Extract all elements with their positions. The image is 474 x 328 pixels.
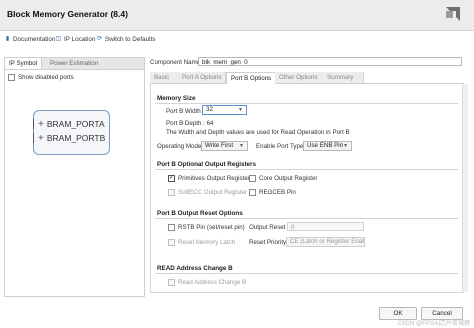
reset-memory-latch-checkbox[interactable] bbox=[168, 239, 175, 246]
divider bbox=[155, 273, 458, 274]
rstb-pin-label: RSTB Pin (set/reset pin) bbox=[178, 224, 245, 231]
reset-priority-value: CE (Latch or Register Enable) bbox=[290, 238, 365, 245]
port-connector-icon bbox=[33, 119, 34, 129]
enable-port-type-select[interactable]: Use ENB Pin ▼ bbox=[303, 141, 352, 151]
tab-other-options[interactable]: Other Options bbox=[275, 72, 324, 83]
switch-defaults-label: Switch to Defaults bbox=[105, 36, 156, 43]
primitives-output-register-checkbox[interactable]: ✓ bbox=[168, 175, 175, 182]
regceb-pin-checkbox[interactable] bbox=[249, 189, 256, 196]
output-reset-value-field[interactable]: 0 bbox=[287, 222, 364, 231]
reset-memory-latch-option[interactable]: Reset Memory Latch bbox=[168, 239, 235, 246]
divider bbox=[155, 218, 458, 219]
tab-ip-symbol[interactable]: IP Symbol bbox=[5, 58, 43, 69]
reset-priority-select[interactable]: CE (Latch or Register Enable) ▼ bbox=[286, 237, 365, 247]
read-address-change-option[interactable]: Read Address Change B bbox=[168, 279, 246, 286]
show-disabled-ports-option[interactable]: Show disabled ports bbox=[8, 74, 74, 81]
softecc-output-register-checkbox[interactable] bbox=[168, 189, 175, 196]
primitives-output-register-option[interactable]: ✓ Primitives Output Register bbox=[168, 175, 250, 182]
switch-defaults-button[interactable]: ⟳ Switch to Defaults bbox=[96, 35, 155, 44]
port-bram-portb[interactable]: + BRAM_PORTB bbox=[33, 133, 105, 143]
show-disabled-ports-checkbox[interactable] bbox=[8, 74, 15, 81]
amd-logo-icon bbox=[446, 7, 460, 21]
chevron-down-icon: ▼ bbox=[343, 143, 349, 149]
enable-port-type-value: Use ENB Pin bbox=[307, 142, 344, 149]
port-bram-porta[interactable]: + BRAM_PORTA bbox=[33, 119, 105, 129]
show-disabled-ports-label: Show disabled ports bbox=[18, 74, 74, 81]
port-b-label: BRAM_PORTB bbox=[46, 133, 106, 143]
ip-symbol-panel: IP Symbol Power Estimation Show disabled… bbox=[4, 57, 145, 297]
memory-size-heading: Memory Size bbox=[157, 95, 196, 102]
port-connector-icon bbox=[33, 133, 34, 143]
read-address-change-heading: READ Address Change B bbox=[157, 265, 233, 272]
expand-port-icon[interactable]: + bbox=[38, 133, 44, 143]
tab-port-a-options[interactable]: Port A Options bbox=[178, 72, 226, 83]
enable-port-type-label: Enable Port Type bbox=[256, 143, 304, 150]
output-reset-options-heading: Port B Output Reset Options bbox=[157, 210, 243, 217]
tab-power-estimation[interactable]: Power Estimation bbox=[46, 58, 102, 69]
chevron-down-icon: ▼ bbox=[238, 107, 243, 113]
port-a-label: BRAM_PORTA bbox=[46, 119, 105, 129]
core-output-register-option[interactable]: Core Output Register bbox=[249, 175, 317, 182]
config-tab-bar: Basic Port A Options Port B Options Othe… bbox=[150, 72, 464, 85]
ip-location-button[interactable]: ◫ IP Location bbox=[55, 35, 96, 44]
expand-port-icon[interactable]: + bbox=[38, 119, 44, 129]
vertical-scrollbar[interactable] bbox=[462, 84, 468, 292]
rstb-pin-option[interactable]: RSTB Pin (set/reset pin) bbox=[168, 224, 245, 231]
port-b-depth-text: Port B Depth : 64 bbox=[166, 120, 214, 127]
primitives-output-register-label: Primitives Output Register bbox=[178, 175, 250, 182]
left-tab-bar: IP Symbol Power Estimation bbox=[5, 58, 144, 70]
book-icon: ▮ bbox=[5, 36, 10, 42]
softecc-output-register-label: SoftECC Output Register bbox=[178, 189, 248, 196]
window-title: Block Memory Generator (8.4) bbox=[7, 9, 128, 19]
width-depth-info-text: The Width and Depth values are used for … bbox=[166, 129, 350, 136]
component-name-label: Component Name bbox=[150, 59, 201, 66]
operating-mode-select[interactable]: Write First ▼ bbox=[201, 141, 248, 151]
documentation-link[interactable]: ▮ Documentation bbox=[4, 35, 56, 44]
port-b-width-label: Port B Width bbox=[166, 108, 201, 115]
regceb-pin-option[interactable]: REGCEB Pin bbox=[249, 189, 296, 196]
rstb-pin-checkbox[interactable] bbox=[168, 224, 175, 231]
divider bbox=[155, 169, 458, 170]
tab-summary[interactable]: Summary bbox=[323, 72, 364, 83]
tab-basic[interactable]: Basic bbox=[150, 72, 179, 83]
component-name-field[interactable]: blk_mem_gen_0 bbox=[198, 57, 462, 66]
documentation-label: Documentation bbox=[13, 36, 56, 43]
port-b-width-value: 32 bbox=[206, 106, 213, 113]
watermark: CSDN @FPGA|芯片攻城狮 bbox=[397, 321, 470, 327]
chevron-down-icon: ▼ bbox=[239, 143, 244, 149]
read-address-change-label: Read Address Change B bbox=[178, 279, 247, 286]
operating-mode-value: Write First bbox=[205, 142, 234, 149]
core-output-register-checkbox[interactable] bbox=[249, 175, 256, 182]
port-b-width-select[interactable]: 32 ▼ bbox=[202, 105, 247, 115]
reset-memory-latch-label: Reset Memory Latch bbox=[178, 239, 236, 246]
refresh-icon: ⟳ bbox=[96, 36, 103, 42]
divider bbox=[155, 103, 458, 104]
ip-location-label: IP Location bbox=[64, 36, 96, 43]
operating-mode-label: Operating Mode bbox=[157, 143, 202, 150]
read-address-change-checkbox[interactable] bbox=[168, 279, 175, 286]
softecc-output-register-option[interactable]: SoftECC Output Register bbox=[168, 189, 247, 196]
reset-priority-label: Reset Priority bbox=[249, 239, 287, 246]
folder-icon: ◫ bbox=[55, 36, 62, 42]
regceb-pin-label: REGCEB Pin bbox=[259, 189, 296, 196]
optional-output-registers-heading: Port B Optional Output Registers bbox=[157, 161, 257, 168]
core-output-register-label: Core Output Register bbox=[259, 175, 318, 182]
